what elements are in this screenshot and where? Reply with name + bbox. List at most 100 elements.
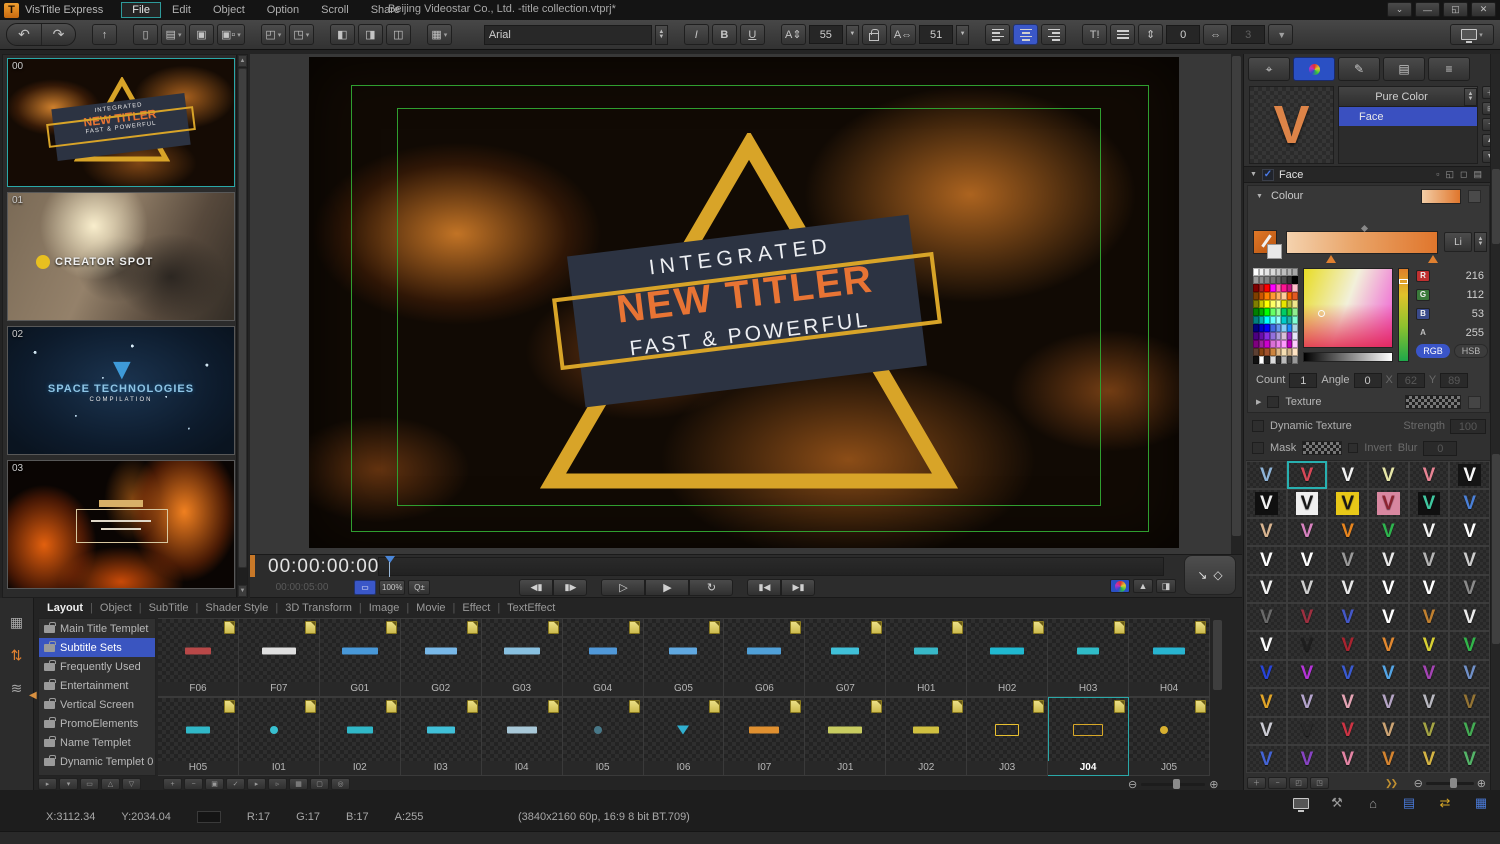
playhead-marker[interactable] — [385, 556, 395, 563]
style-preset-25[interactable]: V — [1286, 574, 1328, 603]
close-button[interactable]: ✕ — [1471, 2, 1496, 17]
preview-canvas[interactable]: INTEGRATED NEW TITLER FAST & POWERFUL — [309, 57, 1179, 548]
palette-swatch-7[interactable] — [1292, 268, 1298, 276]
save-button[interactable]: ▣ — [189, 24, 214, 45]
template-option-1[interactable]: ▸ — [247, 778, 266, 790]
count-field[interactable]: 1 — [1289, 372, 1318, 388]
rgb-mode-button[interactable]: RGB — [1416, 344, 1450, 358]
style-preset-1[interactable]: V — [1286, 461, 1328, 490]
style-preset-0[interactable]: V — [1246, 461, 1287, 490]
category-name-templet[interactable]: Name Templet — [39, 733, 155, 752]
template-I04[interactable]: I04 — [481, 697, 563, 776]
paint-picker-icon[interactable] — [1253, 230, 1282, 259]
template-option-4[interactable]: ▢ — [310, 778, 329, 790]
category-promoelements[interactable]: PromoElements — [39, 714, 155, 733]
channel-button[interactable]: ▲ — [1133, 579, 1153, 593]
line-spacing-button[interactable] — [1110, 24, 1136, 45]
style-preset-36[interactable]: V — [1246, 631, 1287, 660]
palette-swatch-23[interactable] — [1292, 284, 1298, 292]
display-output-button[interactable]: ▾ — [1450, 24, 1494, 45]
style-preset-24[interactable]: V — [1246, 574, 1287, 603]
dynamic-texture-checkbox[interactable]: ✓ — [1252, 420, 1264, 432]
bold-button[interactable]: B — [711, 24, 737, 45]
face-option-icon-3[interactable]: ◻ — [1460, 169, 1467, 180]
apply-template-button[interactable]: ✓ — [226, 778, 245, 790]
clip-in-button[interactable]: ◧ — [329, 24, 355, 45]
add-template-button[interactable]: + — [163, 778, 182, 790]
style-preset-26[interactable]: V — [1327, 574, 1368, 603]
gradient-preview-chip[interactable] — [1421, 189, 1461, 204]
minimize-button[interactable]: — — [1415, 2, 1440, 17]
style-preset-60[interactable]: V — [1246, 744, 1287, 774]
kerning-spinner[interactable]: ▼ — [956, 24, 970, 45]
template-J01[interactable]: J01 — [805, 697, 887, 776]
play-button[interactable]: ▶ — [645, 578, 690, 596]
gradient-stop-right[interactable] — [1428, 255, 1438, 263]
style-preset-37[interactable]: V — [1286, 631, 1328, 660]
font-family-spinner[interactable]: ▲ ▼ — [654, 24, 668, 45]
thumbnails-scrollbar[interactable]: ▲ ▼ — [236, 55, 247, 597]
palette-swatch-71[interactable] — [1292, 332, 1298, 340]
scroll-down-button[interactable]: ▼ — [238, 585, 247, 597]
template-G01[interactable]: G01 — [319, 618, 401, 697]
sort-arrows-icon[interactable]: ⇅ — [0, 647, 33, 664]
menu-file[interactable]: File — [121, 2, 161, 18]
display-settings-icon[interactable] — [1290, 794, 1312, 812]
title-thumbnail-02[interactable]: 02 ▼ SPACE TECHNOLOGIES COMPILATION — [7, 326, 235, 455]
remove-template-button[interactable]: − — [184, 778, 203, 790]
category-frequently-used[interactable]: Frequently Used — [39, 657, 155, 676]
template-H01[interactable]: H01 — [886, 618, 968, 697]
import-button[interactable]: ◰ ▾ — [260, 24, 286, 45]
right-panel-scrollbar[interactable] — [1490, 54, 1500, 790]
bottom-tab-movie[interactable]: Movie — [409, 602, 452, 614]
hue-slider[interactable] — [1398, 268, 1409, 362]
style-preset-50[interactable]: V — [1327, 688, 1368, 717]
tool-button-2[interactable]: ▾ — [59, 778, 78, 790]
style-preset-57[interactable]: V — [1368, 716, 1409, 745]
style-preset-21[interactable]: V — [1368, 546, 1409, 575]
title-thumbnail-01[interactable]: 01 CREATOR SPOT — [7, 192, 235, 321]
style-preset-54[interactable]: V — [1246, 716, 1287, 745]
collapse-window-button[interactable]: ⌄ — [1387, 2, 1412, 17]
style-preset-48[interactable]: V — [1246, 688, 1287, 717]
style-preset-40[interactable]: V — [1408, 631, 1450, 660]
palette-swatch-39[interactable] — [1292, 300, 1298, 308]
tab-effects[interactable]: ✎ — [1338, 57, 1380, 81]
style-preset-49[interactable]: V — [1286, 688, 1328, 717]
style-preset-42[interactable]: V — [1246, 659, 1287, 689]
title-thumbnail-00[interactable]: 00 INTEGRATED NEW TITLER FAST & POWERFUL — [7, 58, 235, 187]
category-dynamic-templet-0[interactable]: Dynamic Templet 0 — [39, 752, 155, 771]
template-I06[interactable]: I06 — [643, 697, 725, 776]
style-preset-55[interactable]: V — [1286, 716, 1328, 745]
menu-edit[interactable]: Edit — [161, 2, 202, 18]
char-offset-field[interactable]: 3 — [1231, 25, 1266, 44]
style-preset-18[interactable]: V — [1246, 546, 1287, 575]
italic-button[interactable]: I — [683, 24, 709, 45]
move-tool-icon[interactable]: ↘ — [1197, 568, 1207, 582]
template-J04[interactable]: J04 — [1048, 697, 1130, 776]
restore-button[interactable]: ◱ — [1443, 2, 1468, 17]
style-preset-14[interactable]: V — [1327, 517, 1368, 547]
preset-zoom-in-icon[interactable]: ⊕ — [1477, 777, 1486, 790]
bottom-tab-object[interactable]: Object — [93, 602, 139, 614]
bottom-tab-image[interactable]: Image — [362, 602, 407, 614]
style-preset-56[interactable]: V — [1327, 716, 1368, 745]
wrench-icon[interactable]: ⚒ — [1326, 794, 1348, 812]
style-preset-20[interactable]: V — [1327, 546, 1368, 575]
template-H02[interactable]: H02 — [967, 618, 1049, 697]
open-button[interactable]: ▤ ▾ — [161, 24, 186, 45]
template-I07[interactable]: I07 — [724, 697, 806, 776]
preset-export-button[interactable]: ◳ — [1310, 777, 1329, 789]
split-view-button[interactable]: ◨ — [1156, 579, 1176, 593]
palette-swatch-79[interactable] — [1292, 340, 1298, 348]
style-preset-58[interactable]: V — [1408, 716, 1450, 745]
style-preset-11[interactable]: V — [1449, 489, 1490, 518]
zoom-in-icon[interactable]: ⊕ — [1209, 778, 1218, 791]
color-mode-button[interactable] — [1110, 579, 1130, 593]
library-icon[interactable]: ▦ — [1470, 794, 1492, 812]
gradient-stop-left[interactable] — [1326, 255, 1336, 263]
category-subtitle-sets[interactable]: Subtitle Sets — [39, 638, 155, 657]
timeline-ruler[interactable] — [378, 556, 1164, 577]
style-preset-33[interactable]: V — [1368, 602, 1409, 632]
template-J05[interactable]: J05 — [1129, 697, 1210, 776]
